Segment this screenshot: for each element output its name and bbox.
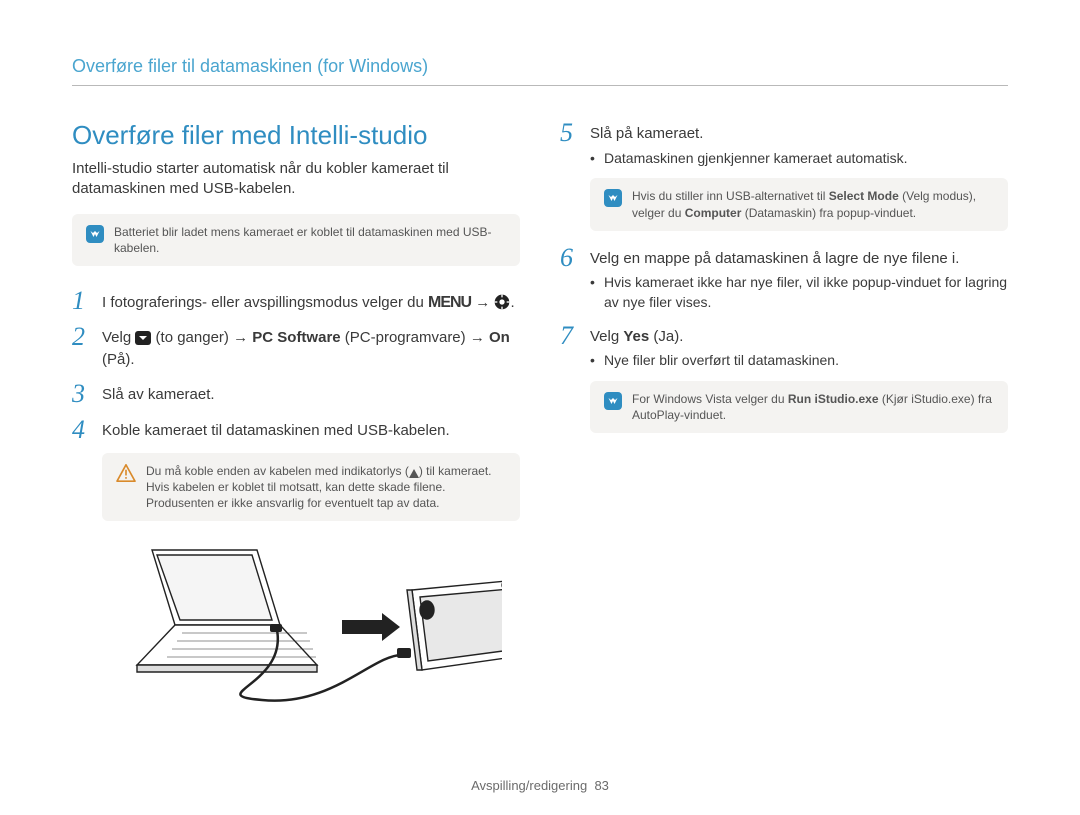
step-4-body: Koble kameraet til datamaskinen med USB-… [102,417,450,442]
step-1-text-b: → [471,294,494,311]
step-6: 6 Velg en mappe på datamaskinen å lagre … [560,245,1008,313]
step-7-sub: Nye filer blir overført til datamaskinen… [590,351,839,371]
step-2-bold-2: On [489,329,510,346]
note-cable: Du må koble enden av kabelen med indikat… [102,453,520,522]
footer-section: Avspilling/redigering [471,778,587,793]
note-select-mode: Hvis du stiller inn USB-alternativet til… [590,178,1008,230]
step-6-sub: Hvis kameraet ikke har nye filer, vil ik… [590,273,1008,312]
step-2-text-b: (to ganger) → [151,329,252,346]
note-cable-text: Du må koble enden av kabelen med indikat… [146,463,506,512]
note-vista-bold: Run iStudio.exe [788,392,879,406]
step-7-a: Velg [590,328,623,345]
left-column: Overføre filer med Intelli-studio Intell… [72,120,520,720]
note-select-bold-1: Select Mode [829,189,899,203]
step-number: 2 [72,324,92,350]
note-select-a: Hvis du stiller inn USB-alternativet til [632,189,829,203]
note-battery-text: Batteriet blir ladet mens kameraet er ko… [114,224,506,256]
section-title: Overføre filer med Intelli-studio [72,120,520,151]
step-number: 3 [72,381,92,407]
step-5: 5 Slå på kameraet. Datamaskinen gjenkjen… [560,120,1008,168]
info-icon [604,189,622,207]
step-4: 4 Koble kameraet til datamaskinen med US… [72,417,520,443]
note-battery: Batteriet blir ladet mens kameraet er ko… [72,214,520,266]
step-1-body: I fotograferings- eller avspillingsmodus… [102,288,515,314]
triangle-up-icon [409,469,419,478]
step-5-sub: Datamaskinen gjenkjenner kameraet automa… [590,149,908,169]
step-7-body: Velg Yes (Ja). [590,328,683,345]
step-number: 5 [560,120,580,146]
note-cable-a: Du må koble enden av kabelen med indikat… [146,464,409,478]
note-vista-text: For Windows Vista velger du Run iStudio.… [632,391,994,423]
step-1-text-c: . [510,294,514,311]
warning-icon [116,464,136,482]
step-number: 6 [560,245,580,271]
right-column: 5 Slå på kameraet. Datamaskinen gjenkjen… [560,120,1008,720]
note-vista-a: For Windows Vista velger du [632,392,788,406]
gear-icon [494,294,510,310]
step-number: 1 [72,288,92,314]
step-1: 1 I fotograferings- eller avspillingsmod… [72,288,520,314]
breadcrumb: Overføre filer til datamaskinen (for Win… [72,56,1008,86]
step-7: 7 Velg Yes (Ja). Nye filer blir overført… [560,323,1008,371]
step-1-text-a: I fotograferings- eller avspillingsmodus… [102,294,428,311]
footer-page-number: 83 [594,778,608,793]
step-7-b: (Ja). [649,328,683,345]
menu-icon: MENU [428,294,471,311]
info-icon [604,392,622,410]
intro-text: Intelli-studio starter automatisk når du… [72,159,520,200]
chevron-down-icon [135,331,151,345]
step-2-bold-1: PC Software [252,329,340,346]
step-6-body: Velg en mappe på datamaskinen å lagre de… [590,250,959,267]
step-3: 3 Slå av kameraet. [72,381,520,407]
step-2: 2 Velg (to ganger) → PC Software (PC-pro… [72,324,520,371]
step-number: 4 [72,417,92,443]
note-select-bold-2: Computer [685,206,742,220]
step-5-body: Slå på kameraet. [590,125,703,142]
step-2-text-c: (PC-programvare) → [341,329,489,346]
note-vista: For Windows Vista velger du Run iStudio.… [590,381,1008,433]
step-7-bold: Yes [623,328,649,345]
step-2-body: Velg (to ganger) → PC Software (PC-progr… [102,324,520,371]
step-3-body: Slå av kameraet. [102,381,215,406]
step-number: 7 [560,323,580,349]
note-select-mode-text: Hvis du stiller inn USB-alternativet til… [632,188,994,220]
page-footer: Avspilling/redigering 83 [0,778,1080,793]
usb-connection-illustration [82,535,520,720]
step-2-text-d: (På). [102,351,135,368]
step-2-text-a: Velg [102,329,135,346]
info-icon [86,225,104,243]
note-select-c: (Datamaskin) fra popup-vinduet. [741,206,916,220]
